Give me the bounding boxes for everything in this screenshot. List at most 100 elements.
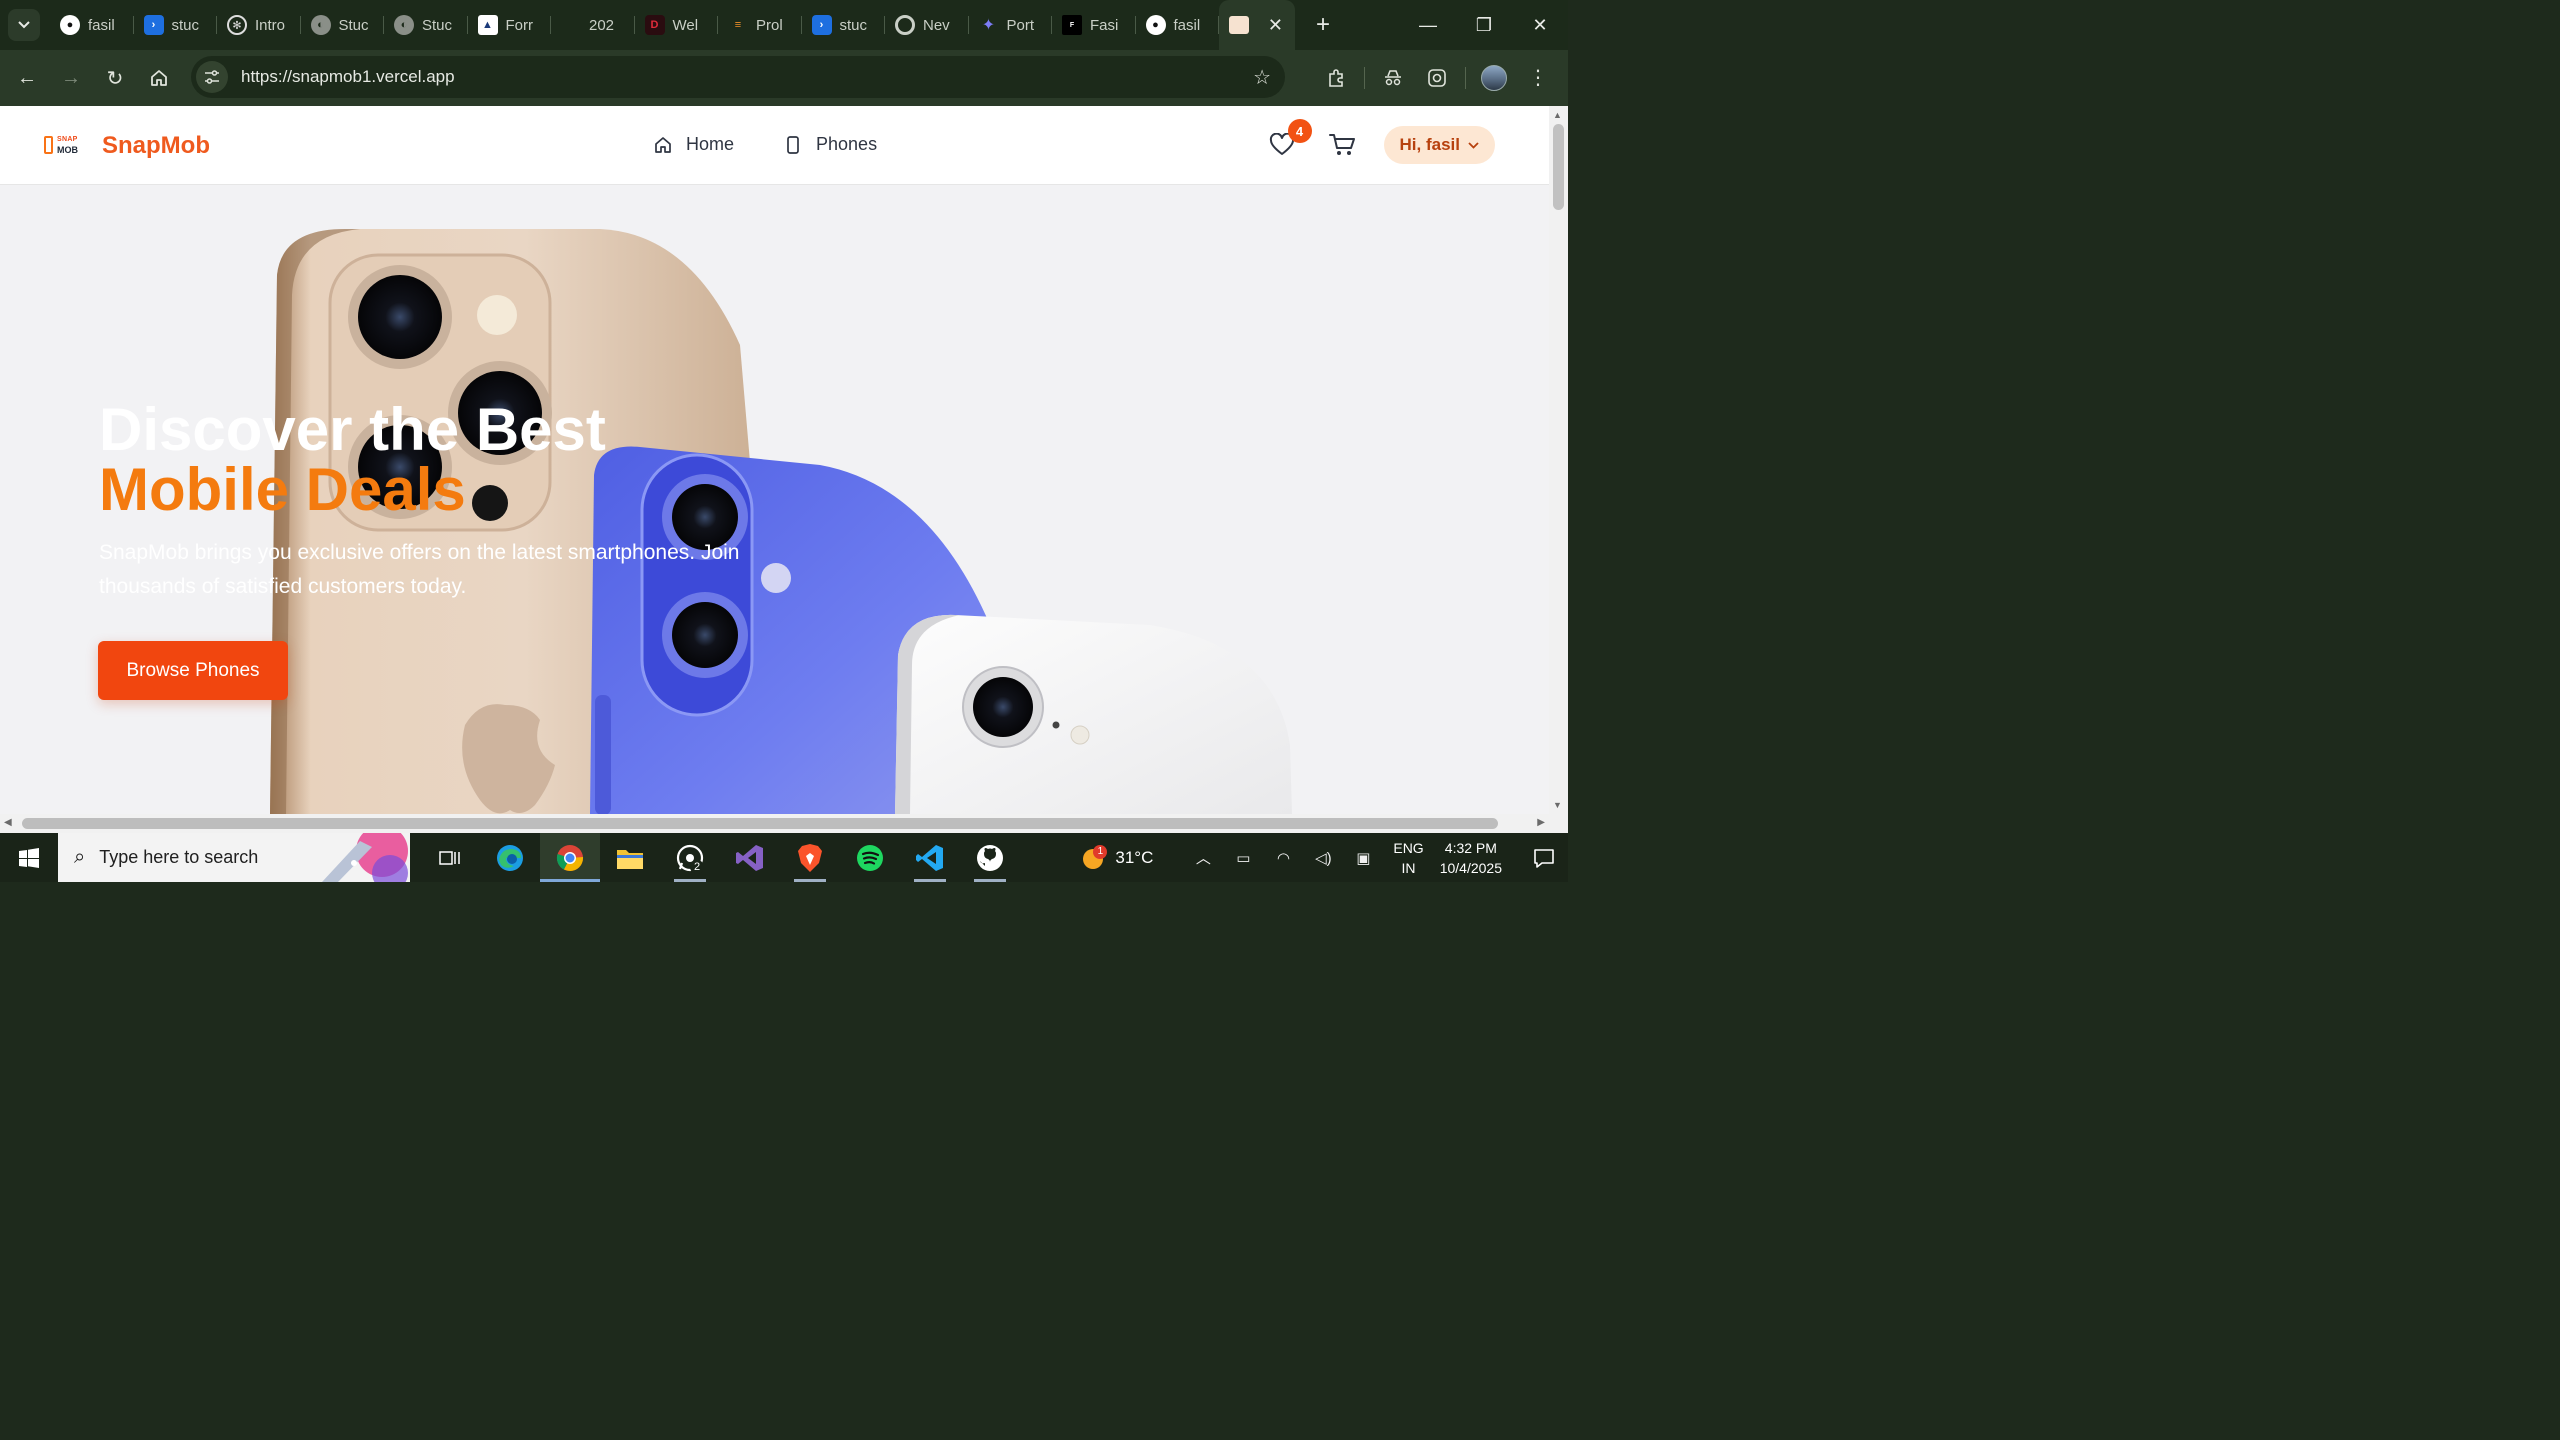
address-bar[interactable]: https://snapmob1.vercel.app ☆ bbox=[191, 56, 1285, 98]
weather-sun-icon: 1 bbox=[1081, 844, 1108, 871]
taskbar-search-box[interactable]: ⌕ Type here to search bbox=[58, 833, 410, 882]
minimize-button[interactable]: — bbox=[1400, 15, 1456, 36]
blank-icon bbox=[561, 15, 581, 35]
vscode-app[interactable] bbox=[900, 833, 960, 882]
scroll-right-icon[interactable]: ▶ bbox=[1537, 817, 1545, 828]
browser-tab[interactable]: ▲ Forr bbox=[468, 0, 552, 50]
extensions-button[interactable] bbox=[1314, 56, 1358, 100]
tune-icon bbox=[205, 70, 219, 84]
browser-tab[interactable]: F Fasi bbox=[1052, 0, 1136, 50]
browser-tab[interactable]: ◐ Stuc bbox=[384, 0, 468, 50]
lens-button[interactable] bbox=[1415, 56, 1459, 100]
browser-tab[interactable]: ● fasil bbox=[50, 0, 134, 50]
tab-title: fasil bbox=[88, 16, 115, 34]
search-icon: ⌕ bbox=[74, 846, 86, 868]
notifications-button[interactable] bbox=[1520, 848, 1568, 868]
meet-now-icon[interactable]: ▣ bbox=[1343, 849, 1383, 867]
notification-icon bbox=[1534, 848, 1554, 868]
back-arrow-icon: ← bbox=[17, 66, 37, 89]
browser-tab[interactable]: ● fasil bbox=[1136, 0, 1220, 50]
browser-menu-button[interactable]: ⋮ bbox=[1516, 56, 1560, 100]
nav-link-phones[interactable]: Phones bbox=[784, 134, 877, 155]
url-text: https://snapmob1.vercel.app bbox=[241, 67, 455, 86]
bookmark-star-icon[interactable]: ☆ bbox=[1253, 65, 1271, 90]
show-hidden-icons-icon[interactable]: ︿ bbox=[1183, 847, 1223, 868]
home-icon bbox=[654, 136, 672, 154]
incognito-button[interactable] bbox=[1371, 56, 1415, 100]
profile-button[interactable] bbox=[1472, 56, 1516, 100]
chrome-app[interactable] bbox=[540, 833, 600, 882]
brave-app[interactable] bbox=[780, 833, 840, 882]
site-info-button[interactable] bbox=[196, 61, 228, 93]
spotify-app[interactable] bbox=[840, 833, 900, 882]
scroll-down-icon[interactable]: ▼ bbox=[1553, 800, 1562, 810]
wishlist-count-badge: 4 bbox=[1287, 119, 1312, 143]
tab-title: stuc bbox=[839, 16, 868, 34]
visual-studio-icon bbox=[736, 844, 763, 871]
input-language-indicator[interactable]: ENG IN bbox=[1393, 838, 1423, 878]
visual-studio-app[interactable] bbox=[720, 833, 780, 882]
browser-tab[interactable]: ≡ Prol bbox=[718, 0, 802, 50]
scroll-up-icon[interactable]: ▲ bbox=[1553, 110, 1562, 120]
brave-icon bbox=[798, 843, 822, 872]
user-menu-button[interactable]: Hi, fasil bbox=[1383, 126, 1495, 164]
tab-list: ● fasil › stuc ✻ Intro ◐ Stuc ◐ Stuc ▲ F… bbox=[50, 0, 1295, 50]
active-browser-tab[interactable]: ✕ bbox=[1219, 0, 1295, 50]
whatsapp-app[interactable]: 2 bbox=[660, 833, 720, 882]
close-tab-icon[interactable]: ✕ bbox=[1268, 15, 1283, 36]
browser-tab[interactable]: ◐ Stuc bbox=[301, 0, 385, 50]
weather-widget[interactable]: 1 31°C bbox=[1081, 844, 1153, 871]
back-button[interactable]: ← bbox=[5, 56, 49, 100]
restore-button[interactable]: ❐ bbox=[1456, 15, 1512, 36]
scroll-left-icon[interactable]: ◀ bbox=[4, 817, 12, 828]
file-explorer-app[interactable] bbox=[600, 833, 660, 882]
clock-date: 10/4/2025 bbox=[1439, 859, 1502, 876]
browser-tab[interactable]: ✦ Port bbox=[969, 0, 1053, 50]
github-desktop-icon bbox=[977, 844, 1003, 871]
cart-button[interactable] bbox=[1324, 127, 1360, 163]
brand-logo[interactable]: SNAP MOB SnapMob bbox=[44, 132, 210, 160]
task-view-button[interactable] bbox=[420, 833, 480, 882]
powerautomate-icon: › bbox=[811, 15, 832, 35]
tab-search-button[interactable] bbox=[8, 9, 40, 41]
close-window-button[interactable]: ✕ bbox=[1512, 15, 1568, 36]
new-tab-button[interactable]: + bbox=[1309, 11, 1337, 39]
volume-icon[interactable]: ◁) bbox=[1303, 849, 1343, 867]
browser-tab[interactable]: 202 bbox=[551, 0, 635, 50]
browser-tab[interactable]: D Wel bbox=[635, 0, 719, 50]
start-button[interactable] bbox=[0, 833, 58, 882]
file-explorer-icon bbox=[617, 849, 643, 869]
spy-icon bbox=[1385, 70, 1401, 86]
region-code: IN bbox=[1401, 859, 1416, 876]
battery-icon[interactable]: ▭ bbox=[1223, 849, 1263, 867]
weather-alert-badge: 1 bbox=[1093, 844, 1108, 859]
logo-mark-icon: SNAP MOB bbox=[44, 135, 82, 157]
tab-title: Port bbox=[1006, 16, 1035, 34]
openai-icon: ✻ bbox=[227, 15, 247, 35]
reload-button[interactable]: ↻ bbox=[93, 56, 137, 100]
clock-time: 4:32 PM bbox=[1444, 839, 1497, 856]
nav-link-home[interactable]: Home bbox=[654, 134, 734, 155]
chevron-down-icon bbox=[18, 21, 30, 29]
vertical-scrollbar[interactable]: ▲ ▼ bbox=[1549, 106, 1568, 814]
more-vert-icon: ⋮ bbox=[1528, 67, 1548, 89]
wifi-icon[interactable]: ◠ bbox=[1263, 849, 1303, 867]
clock[interactable]: 4:32 PM 10/4/2025 bbox=[1440, 838, 1502, 878]
taskbar-apps: 2 bbox=[420, 833, 1020, 882]
chrome-icon bbox=[895, 15, 915, 35]
wishlist-button[interactable]: 4 bbox=[1264, 119, 1312, 163]
tab-title: Prol bbox=[756, 16, 783, 34]
chevron-down-icon bbox=[1468, 141, 1479, 149]
edge-app[interactable] bbox=[480, 833, 540, 882]
browser-tab[interactable]: ✻ Intro bbox=[217, 0, 301, 50]
forward-button[interactable]: → bbox=[49, 56, 93, 100]
github-desktop-app[interactable] bbox=[960, 833, 1020, 882]
browse-phones-button[interactable]: Browse Phones bbox=[98, 641, 288, 700]
browser-tab[interactable]: Nev bbox=[885, 0, 969, 50]
home-button[interactable] bbox=[137, 56, 181, 100]
browser-tab[interactable]: › stuc bbox=[802, 0, 886, 50]
horizontal-scrollbar[interactable]: ◀ ▶ bbox=[0, 814, 1549, 833]
horizontal-scroll-thumb[interactable] bbox=[22, 818, 1498, 829]
vertical-scroll-thumb[interactable] bbox=[1553, 124, 1564, 210]
browser-tab[interactable]: › stuc bbox=[134, 0, 218, 50]
